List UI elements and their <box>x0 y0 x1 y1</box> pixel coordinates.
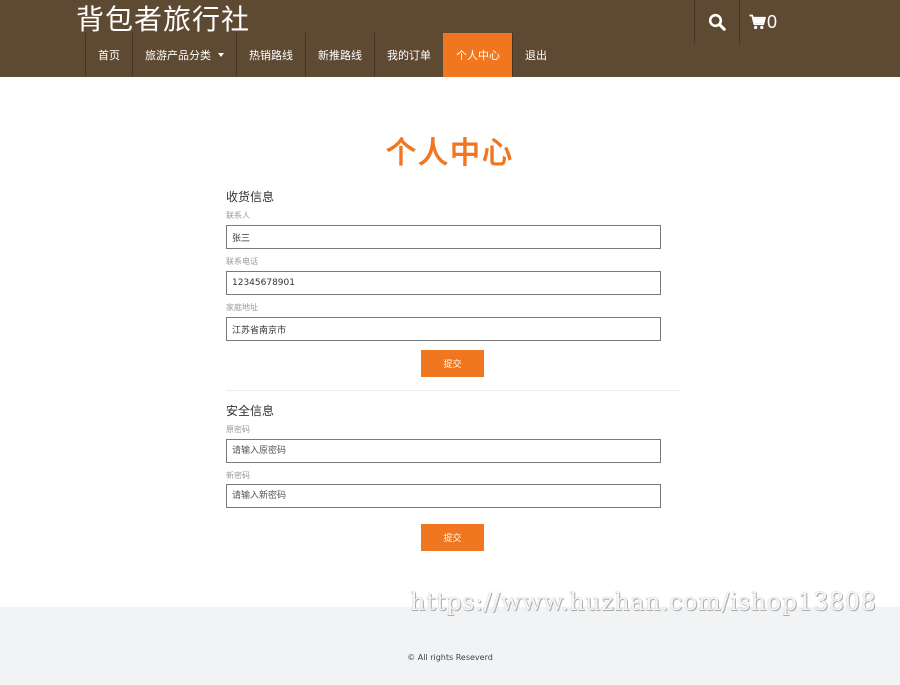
section-divider <box>226 390 680 391</box>
search-button[interactable] <box>694 0 739 44</box>
search-icon <box>708 13 726 31</box>
nav-item-product-categories[interactable]: 旅游产品分类 <box>132 33 236 77</box>
old-password-input[interactable] <box>226 439 661 463</box>
nav-item-label: 我的订单 <box>387 49 431 62</box>
page-title: 个人中心 <box>386 136 514 171</box>
new-password-label: 新密码 <box>226 471 250 480</box>
site-footer <box>0 607 900 685</box>
main-nav: 首页 旅游产品分类 热销路线 新推路线 我的订单 个人中心 退出 <box>85 33 559 77</box>
copyright-text: © All rights Reseverd <box>407 653 493 662</box>
security-submit-button[interactable]: 提交 <box>421 524 484 551</box>
nav-item-label: 新推路线 <box>318 49 362 62</box>
phone-input[interactable] <box>226 271 661 295</box>
nav-item-my-orders[interactable]: 我的订单 <box>374 33 443 77</box>
nav-item-label: 个人中心 <box>456 49 500 62</box>
nav-item-label: 首页 <box>98 49 120 62</box>
nav-item-label: 热销路线 <box>249 49 293 62</box>
contact-input[interactable] <box>226 225 661 249</box>
cart-button[interactable]: 0 <box>739 0 777 44</box>
watermark-text: https://www.huzhan.com/ishop13808 <box>410 588 877 616</box>
nav-item-label: 退出 <box>525 49 547 62</box>
address-label: 家庭地址 <box>226 303 258 312</box>
header-tools: 0 <box>694 0 777 44</box>
nav-item-new-routes[interactable]: 新推路线 <box>305 33 374 77</box>
caret-down-icon <box>218 53 224 57</box>
address-input[interactable] <box>226 317 661 341</box>
cart-icon <box>749 14 766 30</box>
nav-item-label: 旅游产品分类 <box>145 49 211 62</box>
security-section-title: 安全信息 <box>226 404 275 418</box>
nav-item-logout[interactable]: 退出 <box>512 33 559 77</box>
old-password-label: 原密码 <box>226 425 250 434</box>
site-header: 背包者旅行社 首页 旅游产品分类 热销路线 新推路线 我的订单 个人中心 退出 … <box>0 0 900 77</box>
contact-label: 联系人 <box>226 211 250 220</box>
shipping-submit-button[interactable]: 提交 <box>421 350 484 377</box>
new-password-input[interactable] <box>226 484 661 508</box>
nav-item-hot-routes[interactable]: 热销路线 <box>236 33 305 77</box>
nav-item-personal-center[interactable]: 个人中心 <box>443 33 512 77</box>
shipping-section-title: 收货信息 <box>226 190 275 204</box>
cart-count-badge: 0 <box>767 11 778 32</box>
phone-label: 联系电话 <box>226 257 258 266</box>
nav-item-home[interactable]: 首页 <box>85 33 132 77</box>
